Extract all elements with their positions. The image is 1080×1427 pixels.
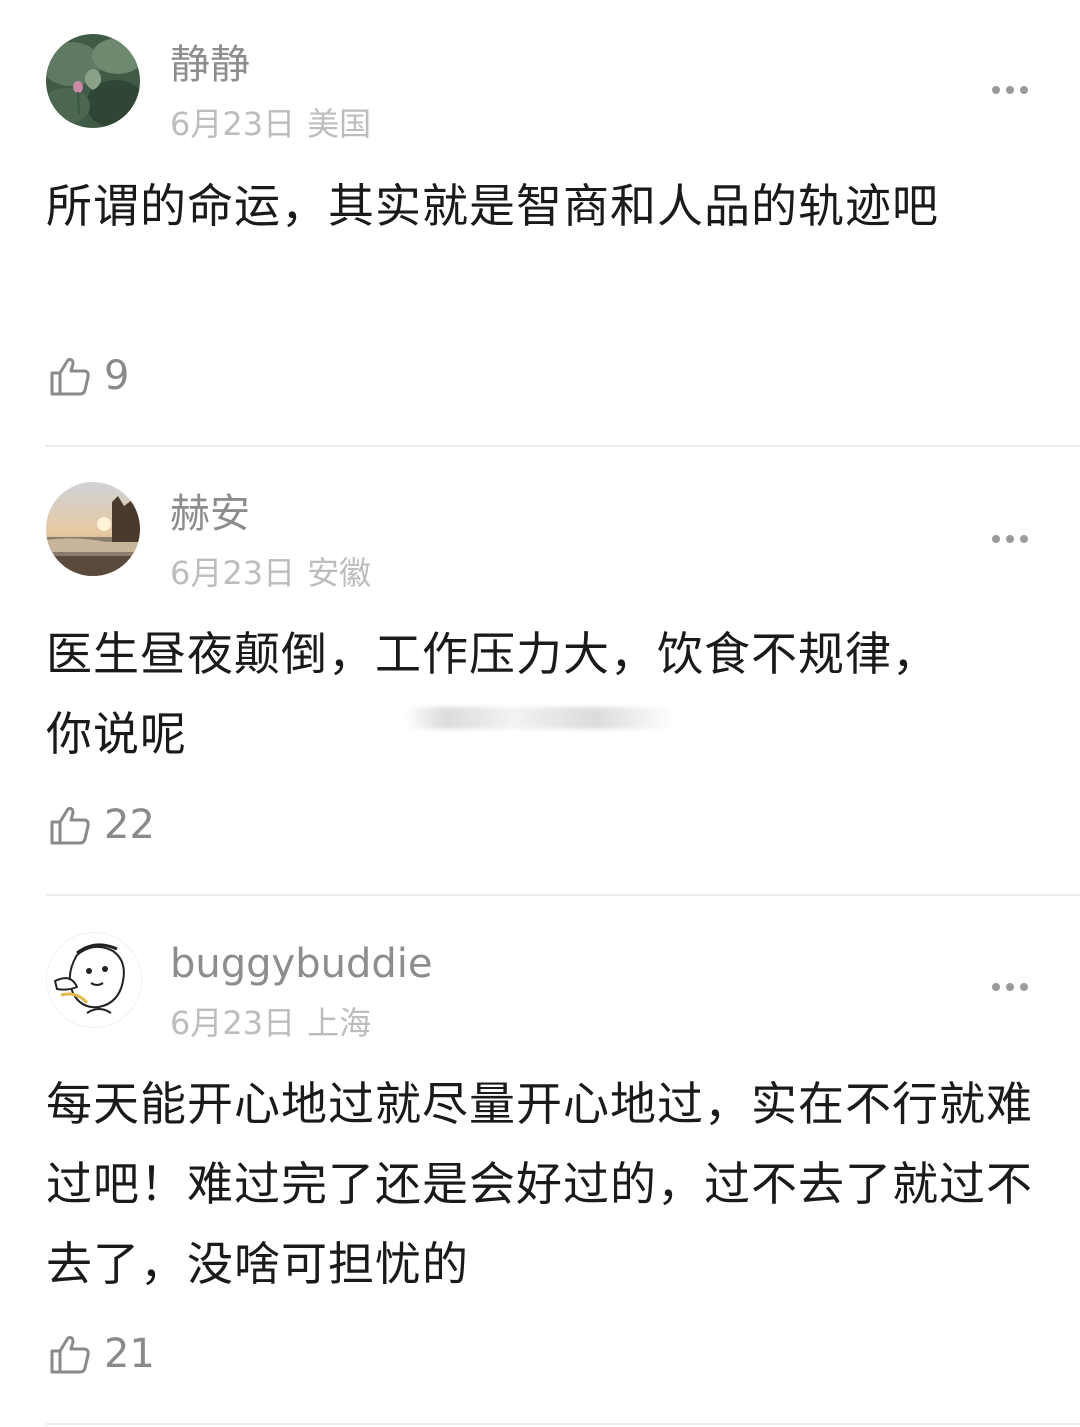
comment-date: 6月23日 [170, 105, 296, 143]
username[interactable]: buggybuddie [170, 940, 432, 988]
comment-location: 安徽 [307, 554, 372, 592]
like-count: 21 [104, 1331, 155, 1377]
sunset-photo-avatar-icon [46, 482, 140, 576]
like-button[interactable]: 22 [46, 800, 155, 850]
comment-text: 医生昼夜颠倒，工作压力大，饮食不规律，你说呢 [46, 627, 939, 761]
avatar[interactable] [46, 932, 142, 1028]
username[interactable]: 赫安 [170, 490, 250, 538]
comment-date: 6月23日 [170, 1004, 296, 1042]
more-dots-icon[interactable] [980, 972, 1040, 1002]
like-button[interactable]: 21 [46, 1329, 155, 1379]
comment-text: 每天能开心地过就尽量开心地过，实在不行就难过吧！难过完了还是会好过的，过不去了就… [46, 1077, 1033, 1291]
comment-text: 所谓的命运，其实就是智商和人品的轨迹吧 [46, 179, 939, 233]
avatar[interactable] [46, 482, 140, 576]
thumbs-up-icon [50, 807, 90, 845]
comment-item: 赫安 6月23日 安徽 医生昼夜颠倒，工作压力大，饮食不规律，你说呢 22 [0, 446, 1080, 896]
lotus-photo-avatar-icon [46, 34, 140, 128]
cartoon-doodle-avatar-icon [47, 933, 141, 1027]
thumbs-up-icon [50, 358, 90, 396]
comment-item: 静静 6月23日 美国 所谓的命运，其实就是智商和人品的轨迹吧 9 [0, 0, 1080, 446]
avatar[interactable] [46, 34, 140, 128]
like-count: 22 [104, 802, 155, 848]
comment-meta: 6月23日 安徽 [170, 554, 371, 592]
more-dots-icon[interactable] [980, 75, 1040, 105]
redacted-blur [405, 707, 675, 729]
more-dots-icon[interactable] [980, 524, 1040, 554]
comment-meta: 6月23日 上海 [170, 1004, 371, 1042]
comment-item: buggybuddie 6月23日 上海 每天能开心地过就尽量开心地过，实在不行就… [0, 896, 1080, 1427]
username[interactable]: 静静 [170, 41, 250, 89]
thumbs-up-icon [50, 1336, 90, 1374]
like-button[interactable]: 9 [46, 351, 129, 401]
divider [46, 1423, 1080, 1425]
like-count: 9 [104, 353, 130, 399]
comment-location: 上海 [307, 1004, 372, 1042]
comment-meta: 6月23日 美国 [170, 105, 371, 143]
comment-location: 美国 [307, 105, 372, 143]
comment-date: 6月23日 [170, 554, 296, 592]
